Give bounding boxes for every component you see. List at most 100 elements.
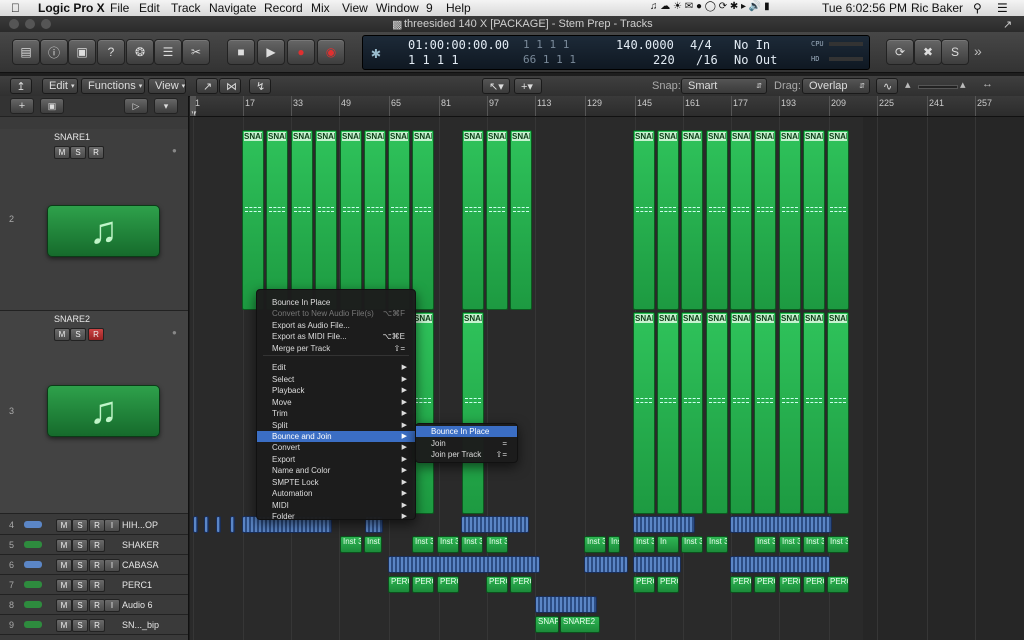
midi-region-snare1[interactable]: SNAP (486, 130, 508, 310)
midi-region-snare2[interactable]: SNAR (462, 312, 484, 514)
context-menu-item[interactable]: Name and Color ▶ (257, 465, 415, 476)
midi-region-shaker[interactable]: Inst 3 (754, 536, 776, 553)
stop-button[interactable]: ■ (227, 39, 255, 65)
midi-region-hihat[interactable] (193, 516, 198, 533)
context-menu-item[interactable]: Export ▶ (257, 454, 415, 465)
midi-region-perc1[interactable]: PERC (633, 576, 655, 593)
secondary-tool[interactable]: +▾ (514, 78, 542, 94)
mute-button[interactable]: M (56, 579, 72, 592)
bar-ruler[interactable]: ▼ 11733496581971131291451611771932092252… (190, 96, 1024, 118)
midi-region-shaker[interactable]: Inst 3 (633, 536, 655, 553)
capture-record-button[interactable]: ◉ (317, 39, 345, 65)
close-button[interactable] (9, 19, 19, 29)
edit-menu[interactable]: Edit ▾ (42, 78, 78, 94)
context-menu-item[interactable]: MIDI ▶ (257, 500, 415, 511)
midi-region-snare1[interactable]: SNAP (633, 130, 655, 310)
midi-region-hihat[interactable] (230, 516, 235, 533)
midi-region-snare2[interactable]: SNAR (657, 312, 679, 514)
track-options-icon[interactable]: ● (172, 146, 177, 155)
midi-region-shaker[interactable]: Inst 3 (584, 536, 606, 553)
midi-region-shaker[interactable]: In (657, 536, 679, 553)
midi-region-shaker[interactable]: Inst 3 (364, 536, 382, 553)
midi-region-shaker[interactable]: Inst 3 (340, 536, 362, 553)
midi-region-perc1[interactable]: PERC (754, 576, 776, 593)
solo-button[interactable]: S (941, 39, 969, 65)
midi-region-perc1[interactable]: PERC (657, 576, 679, 593)
mute-button[interactable]: M (54, 146, 70, 159)
mute-button[interactable]: M (56, 599, 72, 612)
context-menu-item[interactable]: Trim ▶ (257, 408, 415, 419)
midi-region-perc1[interactable]: PERC (803, 576, 825, 593)
midi-region-snare2[interactable]: SNAR (803, 312, 825, 514)
solo-button[interactable]: S (72, 519, 88, 532)
midi-region-perc1[interactable]: PERC (486, 576, 508, 593)
menu-navigate[interactable]: Navigate (209, 1, 256, 15)
midi-region-shaker[interactable]: Inst 3 (681, 536, 703, 553)
track-name[interactable]: CABASA (122, 560, 159, 570)
context-menu-item[interactable]: Export as Audio File... (257, 320, 415, 331)
midi-region-shaker[interactable]: Inst 3 (608, 536, 620, 553)
notifications-icon[interactable]: ☰ (997, 1, 1008, 15)
waveform-zoom-button[interactable]: ∿ (876, 78, 898, 94)
mute-button[interactable]: M (56, 539, 72, 552)
input-monitor-button[interactable]: I (104, 519, 120, 532)
mute-button[interactable]: M (56, 559, 72, 572)
fullscreen-icon[interactable]: ↗ (1003, 18, 1012, 31)
midi-region-snare1[interactable]: SNAP (681, 130, 703, 310)
context-menu-item[interactable]: Convert ▶ (257, 442, 415, 453)
menu-record[interactable]: Record (264, 1, 303, 15)
midi-region-snare2[interactable]: SNAR (730, 312, 752, 514)
mute-button[interactable]: M (54, 328, 70, 341)
chevron-right-icon[interactable]: » (974, 43, 982, 59)
input-monitor-button[interactable]: I (104, 559, 120, 572)
midi-region-shaker[interactable]: Inst 3 (803, 536, 825, 553)
midi-region-snare2[interactable]: SNAR (827, 312, 849, 514)
spotlight-icon[interactable]: ⚲ (973, 1, 982, 15)
midi-region-perc1[interactable]: PERC (779, 576, 801, 593)
midi-region-snare2[interactable]: SNAR (681, 312, 703, 514)
midi-region-hihat[interactable] (204, 516, 209, 533)
flex-button[interactable]: ↯ (249, 78, 271, 94)
context-menu-item[interactable]: Automation ▶ (257, 488, 415, 499)
quick-help-button[interactable]: ? (97, 39, 125, 65)
midi-region-hihat[interactable] (730, 516, 832, 533)
record-enable-button[interactable]: R (89, 579, 105, 592)
menu-window[interactable]: Window (376, 1, 419, 15)
track-shaker[interactable]: 5 M S R SHAKER (0, 535, 188, 555)
track-snare2[interactable]: 3 SNARE2 M S R ● ♫ (0, 311, 188, 514)
midi-region-shaker[interactable]: Inst 3 (461, 536, 483, 553)
record-enable-button[interactable]: R (89, 539, 105, 552)
midi-region-hihat[interactable] (633, 516, 695, 533)
midi-region-snare2[interactable]: SNAR (779, 312, 801, 514)
midi-region-shaker[interactable]: Inst 3 (412, 536, 434, 553)
midi-region-snare1[interactable]: SNAP (510, 130, 532, 310)
midi-region-perc1[interactable]: PERC (730, 576, 752, 593)
context-menu-item[interactable]: Select ▶ (257, 374, 415, 385)
midi-region-snare2[interactable]: SNAR (706, 312, 728, 514)
track-audio6[interactable]: 8 M S R I Audio 6 (0, 595, 188, 615)
bounce-join-submenu[interactable]: Bounce In Place Join = Join per Track ⇧= (415, 423, 518, 463)
input-monitor-button[interactable]: I (104, 599, 120, 612)
track-snare-bip[interactable]: 9 M S R SN..._bip (0, 615, 188, 635)
midi-region-snare1[interactable]: SNAP (315, 130, 337, 310)
context-menu-item[interactable]: Bounce In Place (257, 297, 415, 308)
midi-region-snare1[interactable]: SNAP (754, 130, 776, 310)
context-menu-item[interactable]: Edit ▶ (257, 362, 415, 373)
zoom-slider[interactable] (918, 85, 958, 89)
menu-clock[interactable]: Tue 6:02:56 PM (822, 1, 907, 15)
midi-region-snare1[interactable]: SNAP (827, 130, 849, 310)
midi-region-snare1[interactable]: SNAP (803, 130, 825, 310)
replace-button[interactable]: ✖ (914, 39, 942, 65)
midi-region-shaker[interactable]: Inst 3 (486, 536, 508, 553)
play-button[interactable]: ▶ (257, 39, 285, 65)
track-name[interactable]: HIH...OP (122, 520, 158, 530)
lcd-display[interactable]: ✱ 01:00:00:00.00 1 1 1 1 1 1 1 1 66 1 1 … (362, 35, 870, 70)
track-hihat[interactable]: 4 M S R I HIH...OP (0, 515, 188, 535)
midi-region-snare-bip[interactable]: SNARE2 (560, 616, 600, 633)
midi-region-snare1[interactable]: SNAP (291, 130, 313, 310)
context-menu-item[interactable]: Merge per Track ⇧= (257, 343, 415, 354)
track-options-icon[interactable]: ● (172, 328, 177, 337)
midi-region-shaker[interactable]: Inst 3 (827, 536, 849, 553)
midi-region-hihat[interactable] (216, 516, 221, 533)
menu-mix[interactable]: Mix (311, 1, 330, 15)
